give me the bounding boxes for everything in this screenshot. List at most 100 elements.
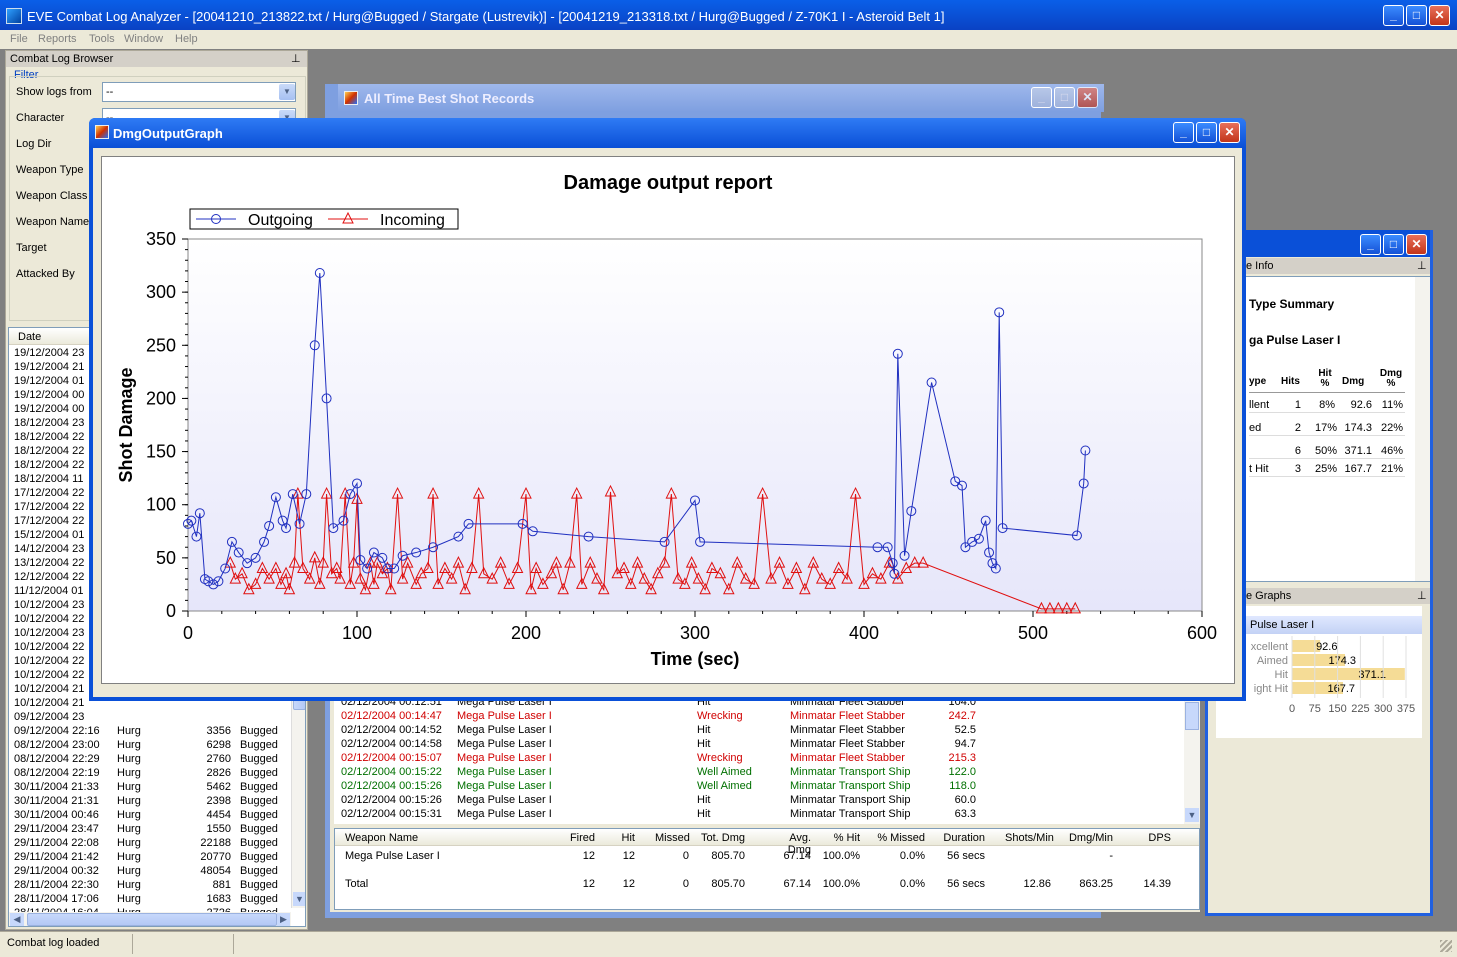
- pin-icon[interactable]: ⊥: [291, 52, 301, 65]
- graph-maximize-button[interactable]: □: [1196, 122, 1217, 143]
- list-item-date[interactable]: 08/12/2004 22:19: [14, 767, 100, 779]
- list-item[interactable]: 11/12/2004 01: [14, 585, 84, 597]
- graph-minimize-button[interactable]: _: [1173, 122, 1194, 143]
- list-item[interactable]: 10/12/2004 23: [14, 599, 84, 611]
- log-weapon[interactable]: Mega Pulse Laser I: [457, 738, 552, 750]
- summary-col-header[interactable]: Duration: [935, 832, 985, 844]
- log-target[interactable]: Minmatar Fleet Stabber: [790, 738, 905, 750]
- list-item[interactable]: 19/12/2004 01: [14, 375, 84, 387]
- log-target[interactable]: Minmatar Transport Ship: [790, 780, 910, 792]
- records-maximize-button[interactable]: □: [1054, 87, 1075, 108]
- list-item[interactable]: 09/12/2004 23: [14, 711, 84, 723]
- list-item[interactable]: 19/12/2004 00: [14, 403, 84, 415]
- log-time[interactable]: 02/12/2004 00:14:58: [341, 738, 442, 750]
- list-item-date[interactable]: 28/11/2004 17:06: [14, 893, 99, 905]
- list-item[interactable]: 17/12/2004 22: [14, 515, 84, 527]
- log-time[interactable]: 02/12/2004 00:15:26: [341, 780, 442, 792]
- list-item[interactable]: 17/12/2004 22: [14, 487, 84, 499]
- summary-col-header[interactable]: Shots/Min: [1005, 832, 1054, 844]
- summary-col-header[interactable]: % Hit: [815, 832, 860, 844]
- menu-file[interactable]: File: [10, 33, 28, 45]
- log-scroll-down[interactable]: ▼: [1185, 808, 1199, 822]
- scroll-right-arrow[interactable]: ▶: [277, 913, 290, 926]
- log-result[interactable]: Wrecking: [697, 752, 743, 764]
- records-minimize-button[interactable]: _: [1031, 87, 1052, 108]
- info-pin-icon[interactable]: ⊥: [1417, 259, 1427, 272]
- list-item[interactable]: 15/12/2004 01: [14, 529, 84, 541]
- filter-combo-0[interactable]: -- ▼: [102, 82, 296, 102]
- log-result[interactable]: Hit: [697, 724, 710, 736]
- log-time[interactable]: 02/12/2004 00:15:31: [341, 808, 442, 820]
- log-result[interactable]: Hit: [697, 794, 710, 806]
- list-item-date[interactable]: 30/11/2004 21:31: [14, 795, 99, 807]
- list-item[interactable]: 17/12/2004 22: [14, 501, 84, 513]
- list-item-date[interactable]: 30/11/2004 00:46: [14, 809, 99, 821]
- log-scroll-thumb[interactable]: [1185, 702, 1199, 730]
- list-vscrollbar[interactable]: ▼: [291, 678, 305, 908]
- list-item-date[interactable]: 29/11/2004 21:42: [14, 851, 99, 863]
- summary-col-header[interactable]: Weapon Name: [345, 832, 418, 844]
- info-minimize-button[interactable]: _: [1360, 234, 1381, 255]
- list-item[interactable]: 10/12/2004 22: [14, 641, 84, 653]
- menu-reports[interactable]: Reports: [38, 33, 77, 45]
- list-item[interactable]: 10/12/2004 21: [14, 683, 84, 695]
- info-maximize-button[interactable]: □: [1383, 234, 1404, 255]
- list-item[interactable]: 19/12/2004 00: [14, 389, 84, 401]
- info-close-button[interactable]: ✕: [1406, 234, 1427, 255]
- list-item-date[interactable]: 28/11/2004 22:30: [14, 879, 99, 891]
- log-target[interactable]: Minmatar Transport Ship: [790, 766, 910, 778]
- log-time[interactable]: 02/12/2004 00:15:07: [341, 752, 442, 764]
- records-close-button[interactable]: ✕: [1077, 87, 1098, 108]
- summary-col-header[interactable]: DPS: [1125, 832, 1171, 844]
- log-time[interactable]: 02/12/2004 00:14:52: [341, 724, 442, 736]
- menu-help[interactable]: Help: [175, 33, 198, 45]
- list-item[interactable]: 10/12/2004 21: [14, 697, 84, 709]
- scroll-down-arrow[interactable]: ▼: [293, 892, 305, 906]
- list-item-date[interactable]: 08/12/2004 23:00: [14, 739, 100, 751]
- list-item[interactable]: 18/12/2004 23: [14, 417, 84, 429]
- list-item[interactable]: 10/12/2004 22: [14, 655, 84, 667]
- log-vscrollbar[interactable]: ▼: [1184, 690, 1200, 824]
- log-result[interactable]: Well Aimed: [697, 780, 752, 792]
- list-item[interactable]: 19/12/2004 23: [14, 347, 84, 359]
- log-time[interactable]: 02/12/2004 00:15:22: [341, 766, 442, 778]
- summary-col-header[interactable]: Dmg/Min: [1065, 832, 1113, 844]
- scroll-left-arrow[interactable]: ◀: [10, 913, 24, 926]
- log-weapon[interactable]: Mega Pulse Laser I: [457, 808, 552, 820]
- summary-col-header[interactable]: Missed: [655, 832, 690, 844]
- log-weapon[interactable]: Mega Pulse Laser I: [457, 794, 552, 806]
- log-result[interactable]: Wrecking: [697, 710, 743, 722]
- log-result[interactable]: Hit: [697, 808, 710, 820]
- list-item-date[interactable]: 08/12/2004 22:29: [14, 753, 100, 765]
- log-target[interactable]: Minmatar Fleet Stabber: [790, 724, 905, 736]
- log-rows-grid[interactable]: 02/12/2004 00:12:51 Mega Pulse Laser I Hit…: [334, 690, 1184, 824]
- list-item[interactable]: 10/12/2004 23: [14, 627, 84, 639]
- log-weapon[interactable]: Mega Pulse Laser I: [457, 724, 552, 736]
- log-time[interactable]: 02/12/2004 00:15:26: [341, 794, 442, 806]
- info-vscrollbar[interactable]: [1415, 277, 1430, 581]
- list-item[interactable]: 13/12/2004 22: [14, 557, 84, 569]
- menu-tools[interactable]: Tools: [89, 33, 115, 45]
- list-item[interactable]: 18/12/2004 22: [14, 459, 84, 471]
- log-target[interactable]: Minmatar Transport Ship: [790, 794, 910, 806]
- list-item[interactable]: 10/12/2004 22: [14, 613, 84, 625]
- list-item[interactable]: 12/12/2004 22: [14, 571, 84, 583]
- log-result[interactable]: Hit: [697, 738, 710, 750]
- log-weapon[interactable]: Mega Pulse Laser I: [457, 752, 552, 764]
- list-item-date[interactable]: 09/12/2004 22:16: [14, 725, 100, 737]
- list-hscrollbar[interactable]: ◀ ▶: [9, 912, 291, 926]
- hscroll-thumb[interactable]: [27, 913, 277, 926]
- log-weapon[interactable]: Mega Pulse Laser I: [457, 766, 552, 778]
- list-item[interactable]: 18/12/2004 22: [14, 431, 84, 443]
- list-item-date[interactable]: 29/11/2004 00:32: [14, 865, 99, 877]
- log-result[interactable]: Well Aimed: [697, 766, 752, 778]
- summary-col-header[interactable]: Hit: [605, 832, 635, 844]
- log-target[interactable]: Minmatar Fleet Stabber: [790, 752, 905, 764]
- maximize-button[interactable]: □: [1406, 5, 1427, 26]
- chevron-down-icon[interactable]: ▼: [279, 84, 295, 100]
- close-button[interactable]: ✕: [1429, 5, 1450, 26]
- log-time[interactable]: 02/12/2004 00:14:47: [341, 710, 442, 722]
- graphs-pin-icon[interactable]: ⊥: [1417, 589, 1427, 602]
- list-item[interactable]: 10/12/2004 22: [14, 669, 84, 681]
- list-item-date[interactable]: 29/11/2004 23:47: [14, 823, 99, 835]
